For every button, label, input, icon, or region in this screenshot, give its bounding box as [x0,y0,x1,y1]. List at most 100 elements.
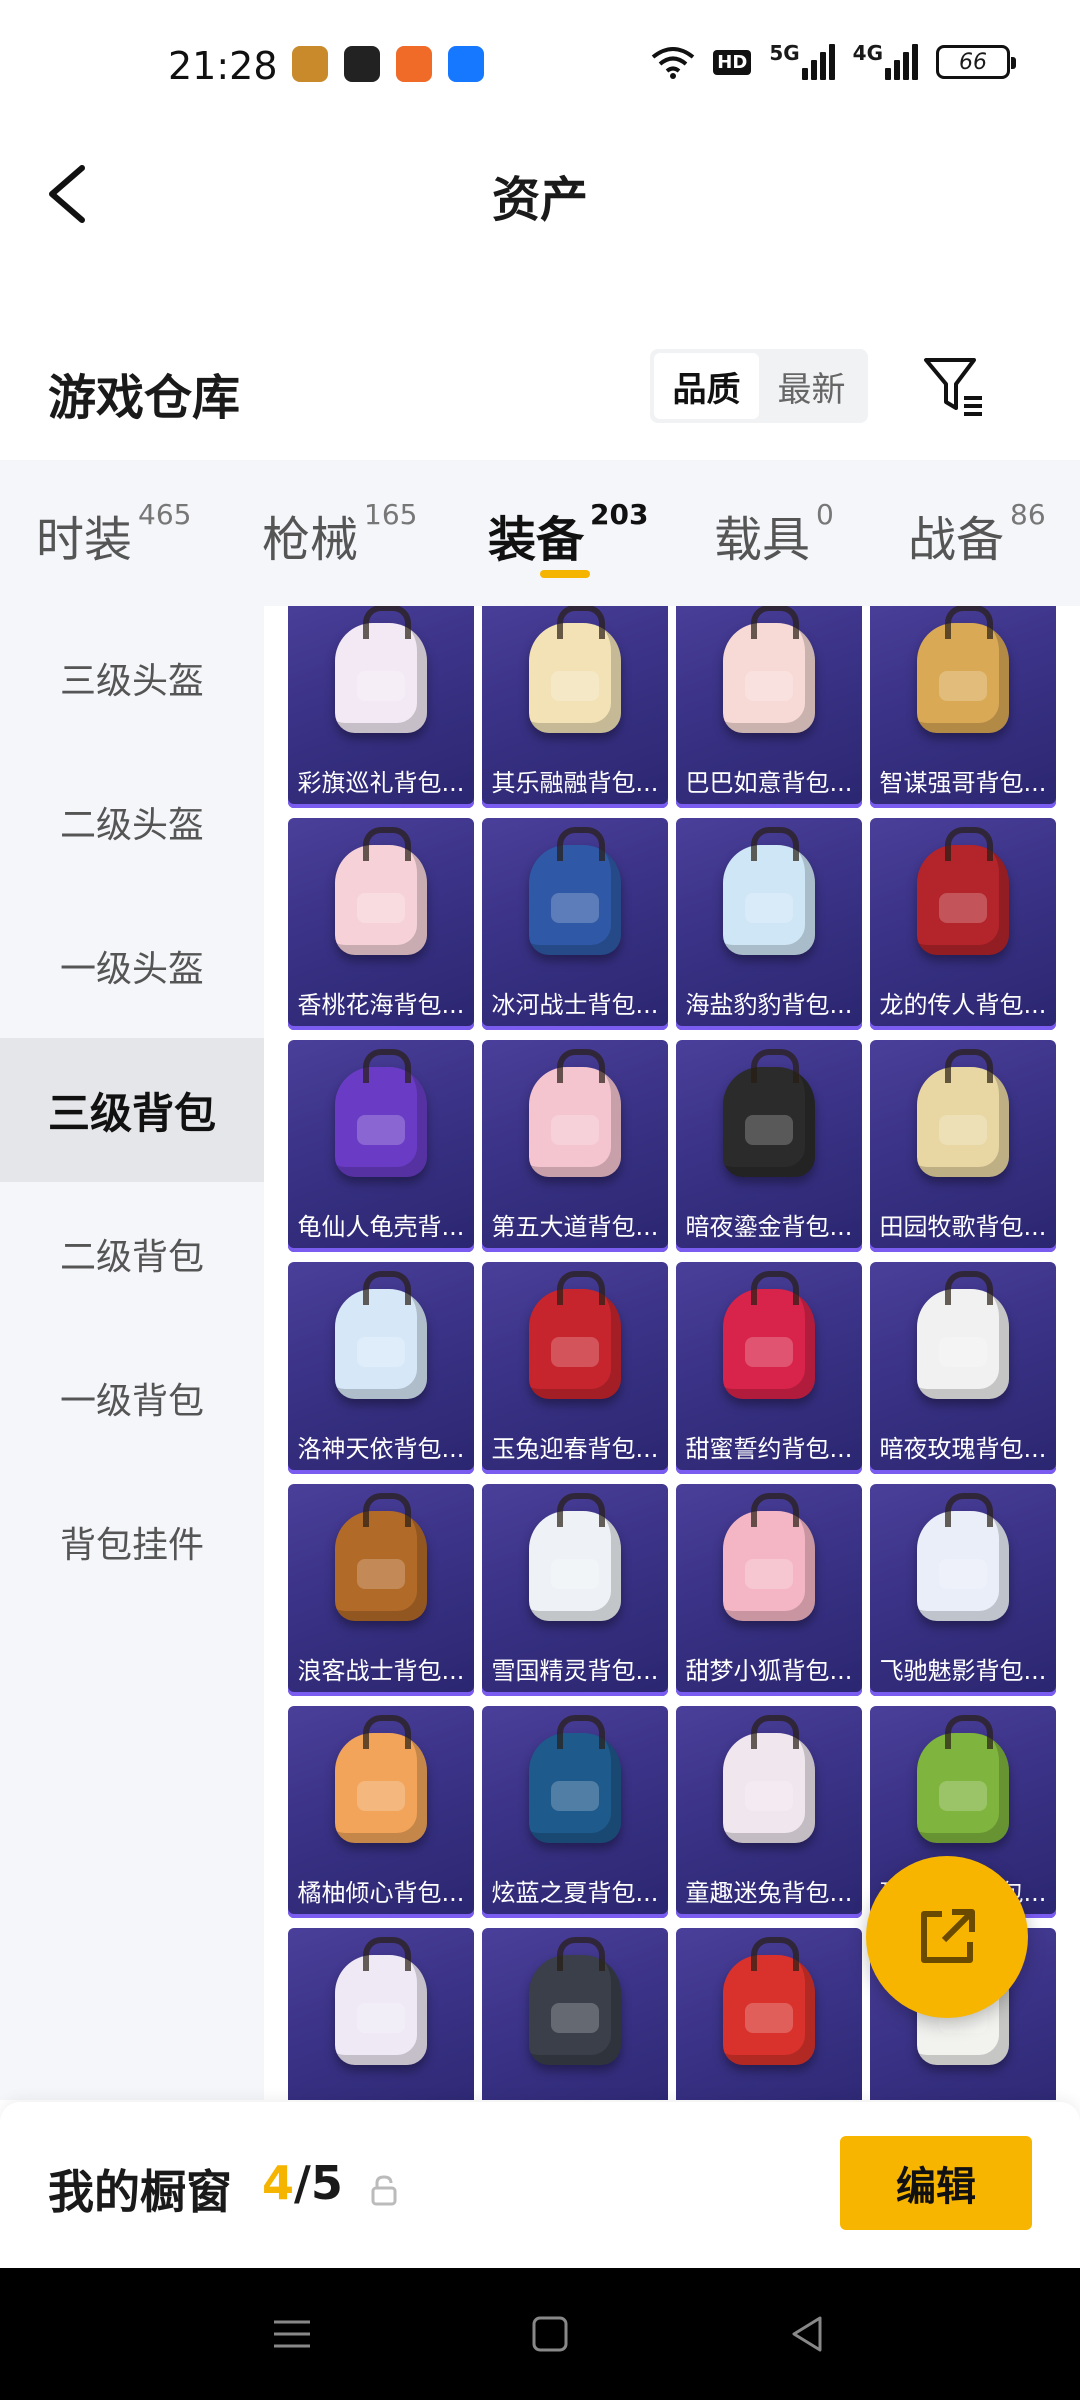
backpack-image [723,1049,815,1177]
backpack-image [529,1937,621,2065]
filter-icon[interactable] [920,352,990,422]
item-thumbnail [482,1040,668,1204]
edit-button[interactable]: 编辑 [840,2136,1032,2230]
sidebar-item-backpack-lv2[interactable]: 二级背包 [0,1182,264,1326]
sidebar-item-backpack-charm[interactable]: 背包挂件 [0,1470,264,1614]
item-thumbnail [870,1262,1056,1426]
item-card[interactable]: 治愈之星背包... [288,1928,474,2100]
item-name: 巴巴如意背包... [685,769,853,797]
backpack-image [529,606,621,733]
item-card[interactable]: 海盐豹豹背包... [676,818,862,1030]
sort-newest-button[interactable]: 最新 [759,353,864,419]
backpack-image [917,1271,1009,1399]
sidebar-item-helmet-lv3[interactable]: 三级头盔 [0,606,264,750]
item-thumbnail [676,818,862,982]
item-card[interactable]: 玉兔迎春背包... [482,1262,668,1474]
item-thumbnail [288,1928,474,2092]
item-card[interactable]: 怪兽之王背包... [482,1928,668,2100]
item-thumbnail [870,1484,1056,1648]
item-name: 飞驰魅影背包... [879,1657,1047,1685]
item-card[interactable]: 暗夜玫瑰背包... [870,1262,1056,1474]
tab-equipment[interactable]: 装备 203 [488,498,649,570]
backpack-image [723,1493,815,1621]
item-card[interactable]: 炫蓝之夏背包... [482,1706,668,1918]
tab-count: 0 [816,498,834,531]
sidebar-item-backpack-lv3[interactable]: 三级背包 [0,1038,264,1182]
tab-supplies[interactable]: 战备 86 [908,498,1046,570]
battery-level: 66 [959,49,987,75]
item-card[interactable]: 龙的传人背包... [870,818,1056,1030]
system-nav-bar [0,2268,1080,2400]
game-center-icon [396,46,432,82]
item-card[interactable]: 香桃花海背包... [288,818,474,1030]
showcase-label: 我的橱窗 [48,2165,232,2219]
menu-icon[interactable] [268,2310,316,2358]
status-indicators: HD 5G 4G 66 [651,43,1016,80]
home-icon[interactable] [526,2310,574,2358]
tab-count: 203 [590,498,649,531]
item-name: 雪国精灵背包... [491,1657,659,1685]
tab-vehicles[interactable]: 载具 0 [714,498,834,570]
item-card[interactable]: 巴巴如意背包... [676,606,862,808]
item-name: 第五大道背包... [491,1213,659,1241]
tab-label: 载具 [714,512,811,568]
backpack-image [529,827,621,955]
sort-quality-button[interactable]: 品质 [654,353,759,419]
sidebar-item-helmet-lv2[interactable]: 二级头盔 [0,750,264,894]
sidebar-item-helmet-lv1[interactable]: 一级头盔 [0,894,264,1038]
tab-label: 枪械 [262,512,359,568]
signal-bars-icon [885,44,918,80]
active-tab-indicator [540,570,590,578]
item-card[interactable]: 龟仙人龟壳背... [288,1040,474,1252]
item-card[interactable]: 智谋强哥背包... [870,606,1056,808]
item-name: 治愈之星背包... [288,2095,474,2100]
back-nav-icon[interactable] [784,2310,832,2358]
item-card[interactable]: 甜梦小狐背包... [676,1484,862,1696]
share-button[interactable] [866,1856,1028,2018]
item-card[interactable]: 浪客战士背包... [288,1484,474,1696]
item-card[interactable]: 雪国精灵背包... [482,1484,668,1696]
item-thumbnail [482,818,668,982]
item-card[interactable]: 其乐融融背包... [482,606,668,808]
item-name: 洛神天依背包... [297,1435,465,1463]
item-name: 童趣迷兔背包... [685,1879,853,1907]
showcase-bar: 我的橱窗 4/5 编辑 [0,2102,1080,2268]
item-card[interactable]: 洛神天依背包... [288,1262,474,1474]
item-card[interactable]: 童趣迷兔背包... [676,1706,862,1918]
pubg-app-icon [292,46,328,82]
item-card[interactable]: 田园牧歌背包... [870,1040,1056,1252]
item-thumbnail [870,1706,1056,1870]
item-thumbnail [870,818,1056,982]
item-thumbnail [288,1040,474,1204]
sidebar-item-backpack-lv1[interactable]: 一级背包 [0,1326,264,1470]
subcategory-sidebar: 三级头盔 二级头盔 一级头盔 三级背包 二级背包 一级背包 背包挂件 [0,606,264,2100]
item-thumbnail [676,606,862,760]
item-card[interactable]: 第五大道背包... [482,1040,668,1252]
item-name: 龟仙人龟壳背... [297,1213,465,1241]
tab-count: 86 [1010,498,1046,531]
item-card[interactable]: 甜蜜誓约背包... [676,1262,862,1474]
backpack-image [723,827,815,955]
tab-guns[interactable]: 枪械 165 [262,498,417,570]
wifi-icon [652,47,695,79]
backpack-image [335,1271,427,1399]
item-card[interactable]: 橘柚倾心背包... [288,1706,474,1918]
backpack-image [917,1715,1009,1843]
backpack-image [335,827,427,955]
signal-4g: 4G [853,43,918,80]
item-card[interactable]: 飞驰魅影背包... [870,1484,1056,1696]
item-thumbnail [288,818,474,982]
tab-fashion[interactable]: 时装 465 [36,498,192,570]
item-name: 甜梦小狐背包... [685,1657,853,1685]
item-card[interactable]: 暗夜鎏金背包... [676,1040,862,1252]
item-card[interactable]: 彩旗巡礼背包... [288,606,474,808]
item-card[interactable]: 阿狸红背包(3... [676,1928,862,2100]
backpack-image [335,1937,427,2065]
item-name: 甜蜜誓约背包... [685,1435,853,1463]
signal-5g: 5G [769,43,835,80]
item-name: 其乐融融背包... [491,769,659,797]
item-card[interactable]: 冰河战士背包... [482,818,668,1030]
tab-count: 465 [138,498,192,531]
backpack-image [723,1937,815,2065]
backpack-image [917,1049,1009,1177]
